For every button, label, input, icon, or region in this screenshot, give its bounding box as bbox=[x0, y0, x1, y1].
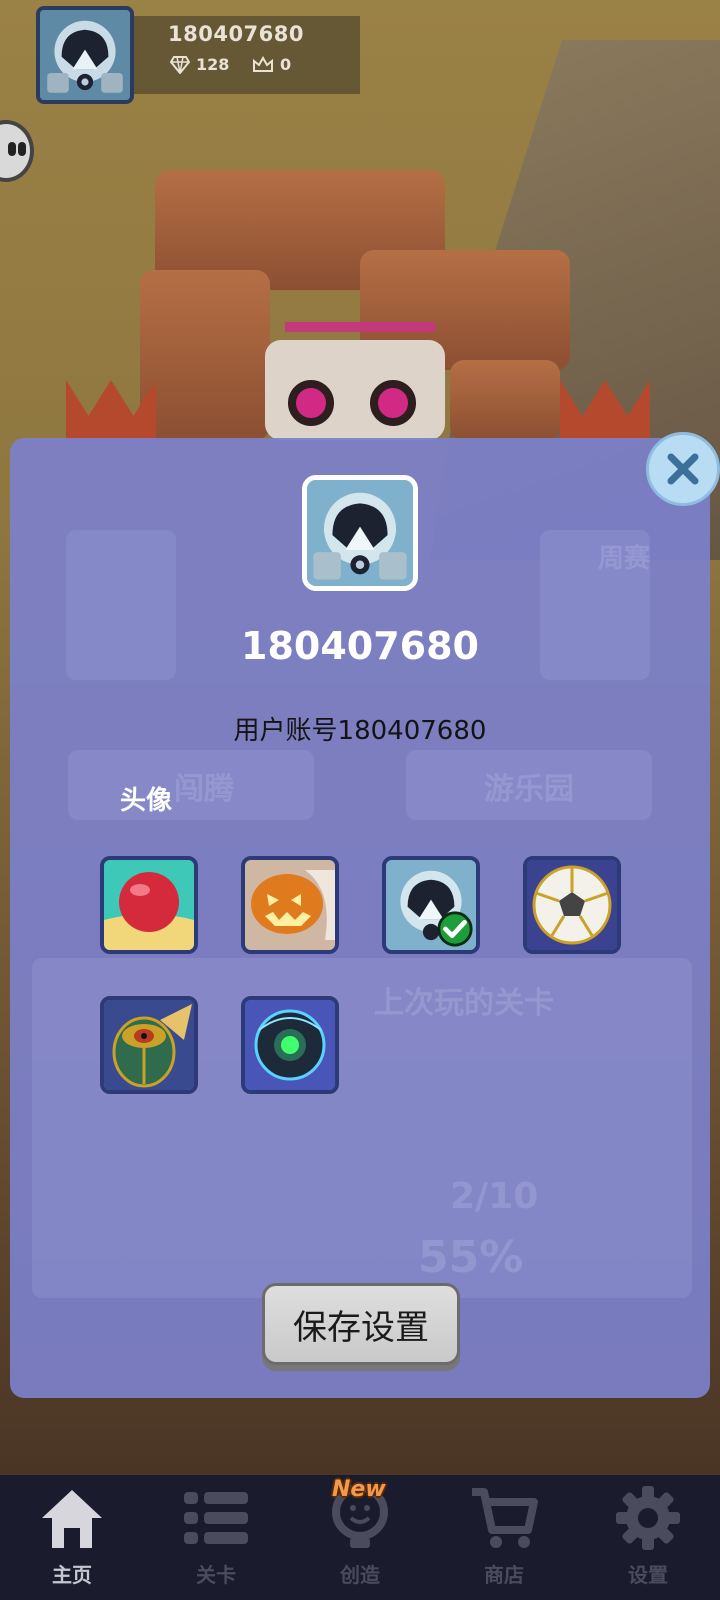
nav-levels[interactable]: 关卡 bbox=[144, 1475, 288, 1600]
astronaut-helmet-icon bbox=[40, 10, 130, 100]
nav-shop[interactable]: 商店 bbox=[432, 1475, 576, 1600]
nav-label: 关卡 bbox=[196, 1563, 236, 1587]
rock bbox=[140, 270, 270, 440]
avatar-section-label: 头像 bbox=[120, 786, 173, 816]
ghost-side-button[interactable] bbox=[0, 120, 34, 182]
crown-icon bbox=[253, 55, 273, 72]
nav-label: 设置 bbox=[628, 1563, 668, 1587]
avatar-option-red-ball[interactable] bbox=[100, 856, 198, 954]
account-id-label: 用户账号180407680 bbox=[233, 716, 487, 746]
check-icon bbox=[437, 911, 473, 947]
selected-avatar-preview bbox=[302, 475, 418, 591]
avatar-option-soccer-ball[interactable] bbox=[523, 856, 621, 954]
gear-icon bbox=[611, 1481, 685, 1555]
ghost-text: 游乐园 bbox=[484, 772, 574, 807]
nav-label: 创造 bbox=[340, 1563, 380, 1587]
pumpkin-icon bbox=[245, 860, 335, 950]
avatar-option-scarab[interactable] bbox=[100, 996, 198, 1094]
rock bbox=[450, 360, 560, 440]
home-icon bbox=[35, 1481, 109, 1555]
soccer-ball-icon bbox=[527, 860, 617, 950]
ghost-text: 2/10 bbox=[450, 1176, 539, 1217]
nav-label: 商店 bbox=[484, 1563, 524, 1587]
list-icon bbox=[179, 1481, 253, 1555]
totem-eye bbox=[370, 380, 416, 426]
avatar-option-pumpkin[interactable] bbox=[241, 856, 339, 954]
nav-settings[interactable]: 设置 bbox=[576, 1475, 720, 1600]
crown-count: 0 bbox=[252, 55, 291, 74]
avatar-option-cyber-orb[interactable] bbox=[241, 996, 339, 1094]
cart-icon bbox=[467, 1481, 541, 1555]
astronaut-helmet-icon bbox=[307, 480, 413, 586]
totem-eye bbox=[288, 380, 334, 426]
close-button[interactable] bbox=[646, 432, 720, 506]
gem-count: 128 bbox=[170, 55, 229, 74]
close-icon bbox=[667, 453, 699, 485]
ghost-text: 55% bbox=[418, 1232, 524, 1283]
ghost-text: 周赛 bbox=[598, 544, 651, 574]
nav-home[interactable]: 主页 bbox=[0, 1475, 144, 1600]
red-ball-icon bbox=[104, 860, 194, 950]
bottom-nav: 主页 关卡 New 创造 商店 设置 bbox=[0, 1475, 720, 1600]
scarab-eye-icon bbox=[104, 1000, 194, 1090]
diamond-icon bbox=[170, 55, 190, 74]
gem-value: 128 bbox=[196, 55, 230, 74]
ghost-text: 闯腾 bbox=[174, 772, 234, 807]
modal-username: 180407680 bbox=[241, 624, 479, 668]
ghost-text: 上次玩的关卡 bbox=[374, 986, 554, 1021]
nav-create[interactable]: New 创造 bbox=[288, 1475, 432, 1600]
nav-label: 主页 bbox=[52, 1563, 92, 1587]
crown-value: 0 bbox=[280, 55, 292, 74]
profile-username: 180407680 bbox=[168, 22, 305, 46]
profile-avatar[interactable] bbox=[36, 6, 134, 104]
totem-stripe bbox=[285, 322, 435, 332]
save-settings-button[interactable]: 保存设置 bbox=[262, 1283, 460, 1365]
cyber-orb-icon bbox=[245, 1000, 335, 1090]
avatar-option-astronaut[interactable] bbox=[382, 856, 480, 954]
new-badge: New bbox=[332, 1477, 386, 1502]
